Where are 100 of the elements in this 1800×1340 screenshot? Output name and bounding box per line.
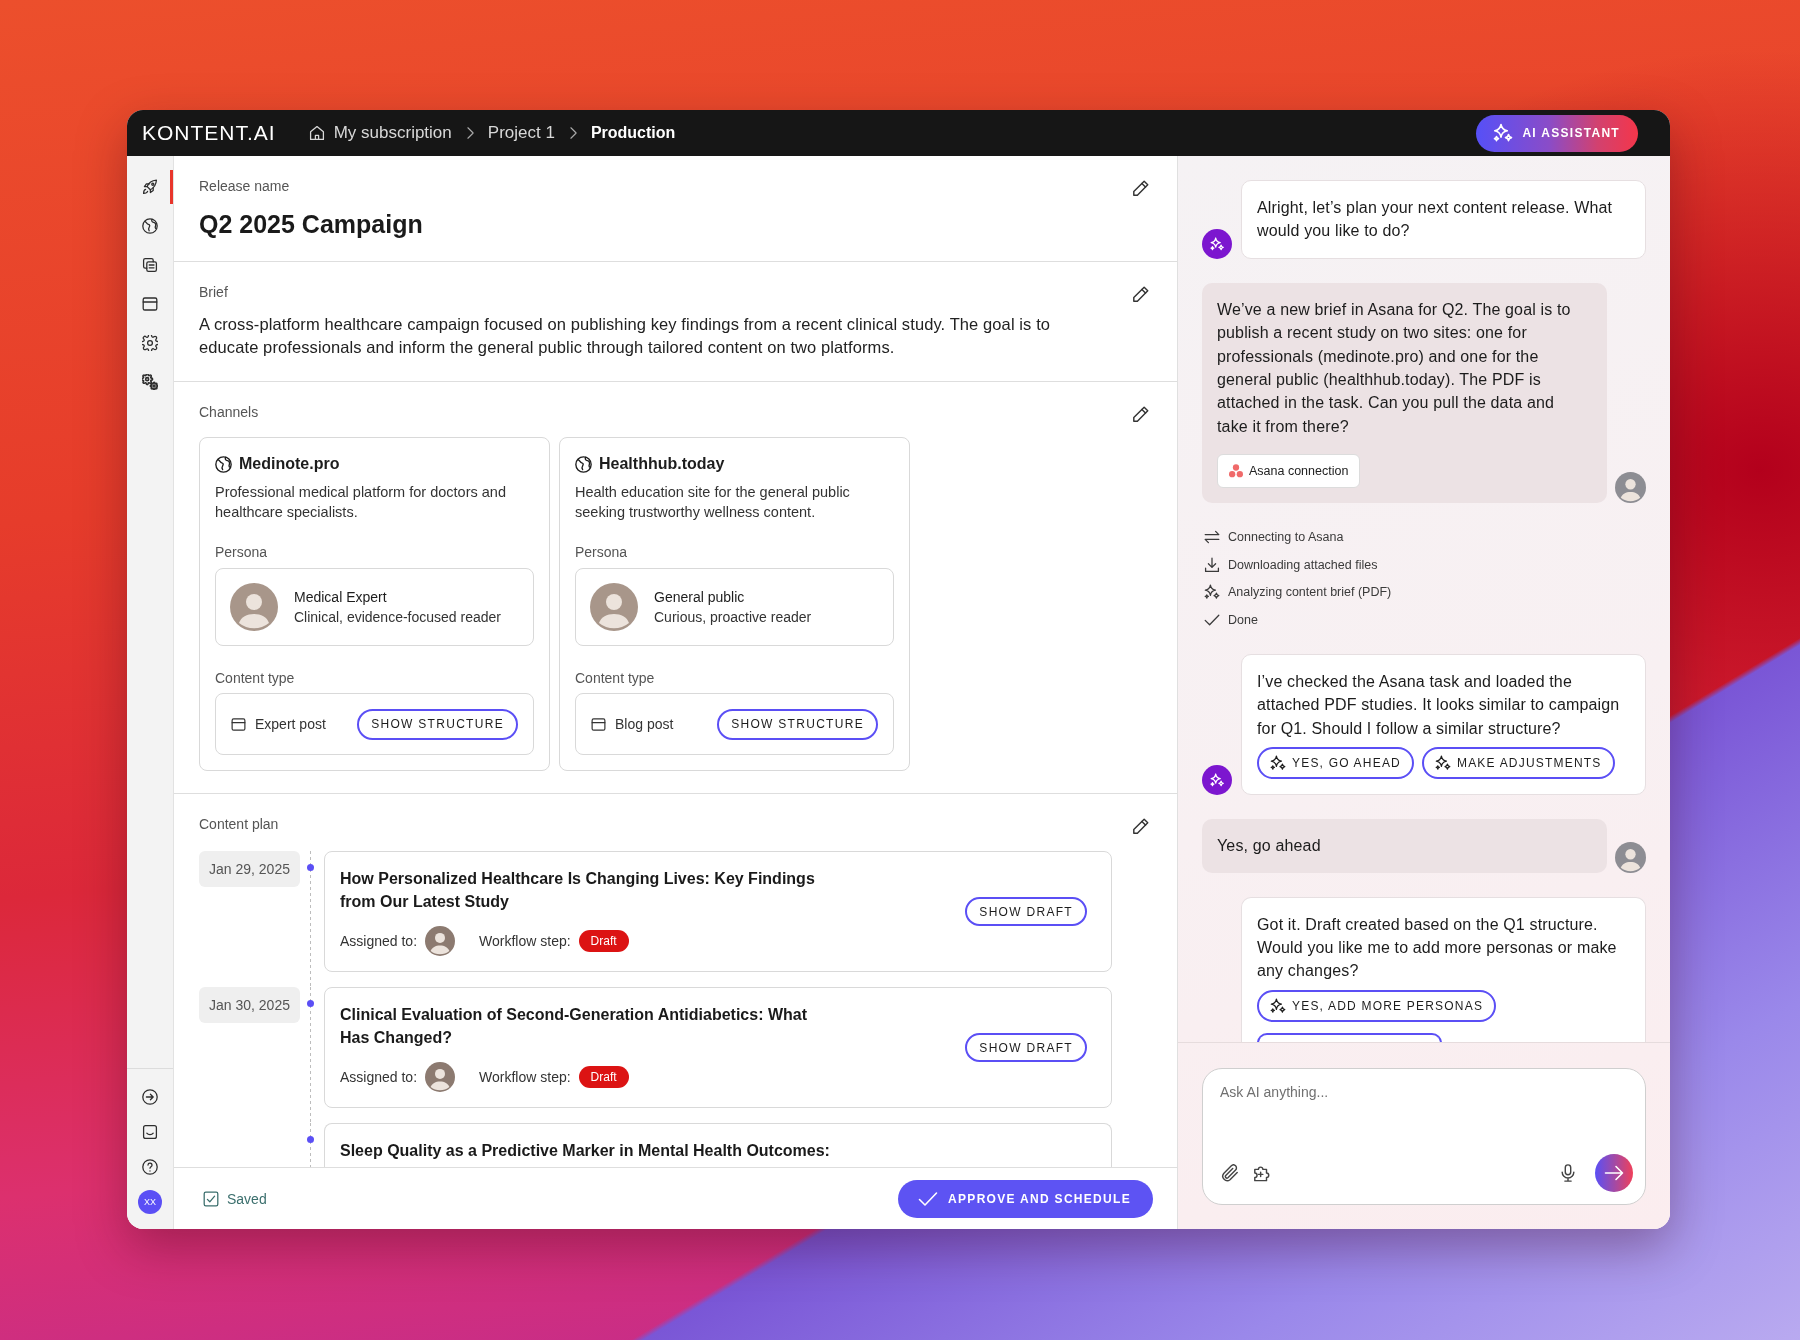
field-label: Brief: [199, 284, 229, 301]
timeline-dot-icon: [307, 1000, 314, 1007]
sparkles-icon: [1270, 755, 1286, 772]
message-text: Alright, let’s plan your next content release. What would you like to do?: [1257, 198, 1614, 242]
home-icon: [308, 125, 325, 141]
field-label: Release name: [199, 178, 291, 195]
step-text: Downloading attached files: [1228, 557, 1378, 572]
sparkles-icon: [1204, 584, 1220, 601]
message-text: Yes, go ahead: [1217, 836, 1322, 857]
swap-arrows-icon: [1204, 529, 1220, 546]
plan-title: How Personalized Healthcare Is Changing Lives: Key Findings from Our Latest Study: [340, 869, 816, 912]
arrow-right-icon: [1604, 1163, 1624, 1183]
suggestion-button[interactable]: YES, GO AHEAD: [1257, 747, 1414, 780]
arrow-circle-icon: [142, 1089, 158, 1105]
edit-button[interactable]: [1131, 284, 1151, 304]
pencil-icon: [1132, 817, 1150, 835]
step-text: Done: [1228, 613, 1258, 628]
field-label: Persona: [575, 543, 629, 561]
message-text: Got it. Draft created based on the Q1 structure. Would you like me to add more personas or make any changes?: [1257, 914, 1618, 982]
window-icon: [231, 716, 246, 732]
globe-icon: [575, 455, 592, 473]
pencil-icon: [1132, 179, 1150, 197]
date-label: Jan 30, 2025: [199, 987, 300, 1023]
puzzle-icon: [1253, 1164, 1271, 1182]
suggestion-button[interactable]: [1257, 1032, 1442, 1042]
avatar-icon: [1615, 841, 1646, 873]
sparkle-avatar-icon: [1202, 765, 1232, 796]
timeline-dot-icon: [307, 1136, 314, 1143]
channel-description: Health education site for the general public seeking trustworthy wellness content.: [575, 483, 851, 522]
suggestion-button[interactable]: MAKE ADJUSTMENTS: [1421, 747, 1615, 780]
content-type-name: Expert post: [255, 716, 326, 732]
release-title: Q2 2025 Campaign: [199, 209, 424, 239]
timeline-dot-icon: [307, 864, 314, 871]
avatar-icon: [425, 926, 456, 956]
sparkles-icon: [1434, 755, 1451, 772]
smile-square-icon: [142, 1124, 158, 1140]
window-icon: [142, 296, 158, 312]
help-icon: [142, 1159, 158, 1175]
step-text: Analyzing content brief (PDF): [1228, 585, 1392, 600]
documents-icon: [142, 257, 158, 273]
status-badge: Draft: [578, 930, 629, 952]
persona-name: General public: [654, 588, 746, 607]
show-draft-button[interactable]: SHOW DRAFT: [965, 897, 1087, 926]
channel-name: Healthhub.today: [599, 454, 725, 474]
channel-name: Medinote.pro: [239, 454, 340, 474]
channel-description: Professional medical platform for doctors and healthcare specialists.: [215, 483, 507, 522]
edit-button[interactable]: [1131, 404, 1151, 424]
sparkles-icon: [1493, 123, 1514, 143]
breadcrumb-link[interactable]: Production: [590, 124, 676, 142]
microphone-icon: [1559, 1164, 1577, 1182]
rocket-icon: [142, 179, 158, 195]
avatar-icon: [1615, 472, 1646, 504]
avatar-icon: [425, 1062, 456, 1092]
chat-input[interactable]: Ask AI anything...: [1220, 1083, 1633, 1154]
avatar-icon: [230, 583, 278, 631]
breadcrumb-link[interactable]: Project 1: [487, 123, 555, 143]
persona-name: Medical Expert: [294, 588, 388, 607]
content-type-name: Blog post: [615, 716, 674, 732]
saved-status: Saved: [227, 1190, 267, 1207]
field-label: Content type: [215, 669, 296, 687]
plan-title: Clinical Evaluation of Second-Generation Antidiabetics: What Has Changed?: [340, 1005, 808, 1048]
ai-assistant-button[interactable]: AI ASSISTANT: [1476, 114, 1638, 152]
status-badge: Draft: [578, 1066, 629, 1088]
persona-role: Curious, proactive reader: [654, 608, 812, 627]
show-structure-button[interactable]: SHOW STRUCTURE: [357, 708, 518, 740]
edit-button[interactable]: [1131, 816, 1151, 836]
breadcrumb-link[interactable]: My subscription: [308, 123, 452, 143]
show-structure-button[interactable]: SHOW STRUCTURE: [717, 708, 878, 740]
pencil-icon: [1132, 405, 1150, 423]
attach-button[interactable]: [1220, 1163, 1240, 1183]
approve-button[interactable]: APPROVE AND SCHEDULE: [898, 1179, 1153, 1218]
three-dots-logo-icon: [1229, 464, 1243, 479]
logo: KONTENT.AI: [142, 121, 276, 145]
meta-label: Workflow step:: [479, 933, 571, 949]
meta-label: Assigned to:: [340, 1069, 418, 1085]
paperclip-icon: [1221, 1164, 1239, 1182]
gears-icon: [142, 374, 158, 390]
checkbox-icon: [203, 1190, 219, 1207]
user-avatar[interactable]: XX: [138, 1190, 162, 1214]
plan-title: Sleep Quality as a Predictive Marker in Mental Health Outcomes:: [340, 1141, 830, 1161]
meta-label: Assigned to:: [340, 933, 418, 949]
avatar-icon: [590, 583, 638, 631]
suggestion-button[interactable]: YES, ADD MORE PERSONAS: [1257, 989, 1497, 1022]
show-draft-button[interactable]: SHOW DRAFT: [965, 1033, 1087, 1062]
message-text: We’ve a new brief in Asana for Q2. The goal is to publish a recent study on two sites: one for professionals (medinote.pro) and one for the general public (healthhub.today). The PDF is attached in the task. Can you pull the data and take it from there?: [1217, 299, 1572, 437]
add-on-button[interactable]: [1252, 1163, 1272, 1183]
edit-button[interactable]: [1131, 178, 1151, 198]
meta-label: Workflow step:: [479, 1069, 571, 1085]
globe-icon: [142, 218, 158, 234]
settings-icon: [142, 335, 158, 351]
step-text: Connecting to Asana: [1228, 530, 1344, 545]
pencil-icon: [1132, 285, 1150, 303]
chat-composer[interactable]: Ask AI anything...: [1202, 1068, 1646, 1205]
sparkles-icon: [1270, 997, 1286, 1014]
field-label: Channels: [199, 404, 260, 421]
brief-text: A cross-platform healthcare campaign focused on publishing key findings from a recent clinical study. The goal is to educate professionals and inform the general public through tailored content on two platforms.: [199, 314, 1052, 358]
attachment-chip[interactable]: Asana connection: [1217, 454, 1361, 489]
send-button[interactable]: [1595, 1154, 1633, 1192]
window-icon: [591, 716, 606, 732]
message-text: I’ve checked the Asana task and loaded the attached PDF studies. It looks similar to campaign for Q1. Should I follow a similar structure?: [1257, 672, 1621, 739]
